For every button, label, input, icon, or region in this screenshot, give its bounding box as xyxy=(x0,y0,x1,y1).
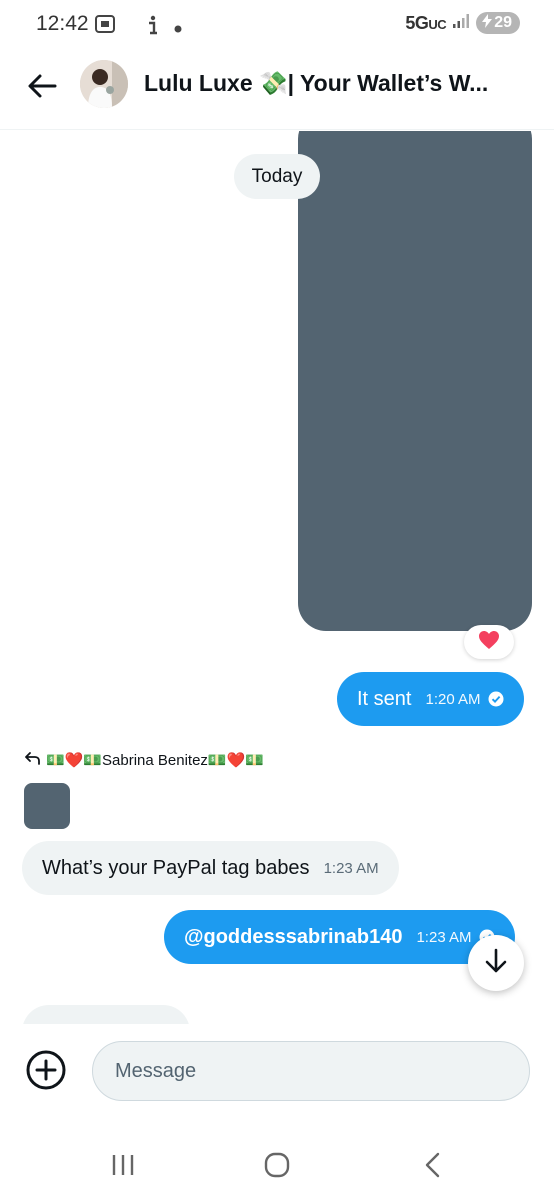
home-button[interactable] xyxy=(255,1150,299,1184)
back-button[interactable] xyxy=(24,70,60,106)
back-nav-button[interactable] xyxy=(410,1150,454,1184)
scroll-to-bottom-button[interactable] xyxy=(468,935,524,991)
message-composer xyxy=(0,1024,554,1124)
arrow-left-icon xyxy=(27,73,57,104)
battery-indicator: 29 xyxy=(476,12,520,34)
home-icon xyxy=(264,1152,290,1183)
status-bar: 12:42 5GUC 29 xyxy=(0,0,554,50)
message-bubble-incoming[interactable]: What’s your PayPal tag babes 1:23 AM xyxy=(22,841,399,895)
message-bubble-outgoing[interactable]: @goddesssabrinab140 1:23 AM xyxy=(164,910,515,964)
media-message-placeholder[interactable] xyxy=(298,131,532,631)
read-check-icon xyxy=(488,691,504,707)
conversation-header: Lulu Luxe 💸| Your Wallet’s W... xyxy=(0,50,554,130)
screenshot-icon xyxy=(94,14,116,39)
message-list[interactable]: Today It sent 1:20 AM 💵❤️💵Sabrina Benite… xyxy=(0,131,554,1024)
reply-author: 💵❤️💵Sabrina Benitez💵❤️💵 xyxy=(46,752,264,769)
plus-circle-icon xyxy=(25,1049,67,1096)
heart-reaction[interactable] xyxy=(464,625,514,659)
avatar[interactable] xyxy=(80,60,128,108)
arrow-down-icon xyxy=(484,948,508,979)
status-right: 5GUC 29 xyxy=(405,12,520,34)
message-text: What’s your PayPal tag babes xyxy=(42,856,310,879)
add-attachment-button[interactable] xyxy=(24,1050,68,1094)
network-sub-label: UC xyxy=(428,16,447,32)
conversation-title[interactable]: Lulu Luxe 💸| Your Wallet’s W... xyxy=(144,70,524,97)
message-time: 1:20 AM xyxy=(425,690,481,708)
reply-media-thumbnail[interactable] xyxy=(24,783,70,829)
recent-apps-button[interactable] xyxy=(101,1150,145,1184)
chevron-left-icon xyxy=(423,1152,441,1183)
message-time: 1:23 AM xyxy=(416,928,472,946)
status-time: 12:42 xyxy=(36,12,89,35)
message-bubble-incoming-partial[interactable] xyxy=(22,1005,190,1024)
message-text: @goddesssabrinab140 xyxy=(184,925,403,948)
network-label: 5G xyxy=(405,12,429,33)
notification-dot-icon xyxy=(174,20,182,38)
network-type: 5GUC xyxy=(405,13,446,34)
battery-level: 29 xyxy=(494,14,512,31)
recent-apps-icon xyxy=(110,1153,136,1182)
info-icon xyxy=(144,14,162,41)
reply-arrow-icon xyxy=(24,751,40,769)
message-input[interactable] xyxy=(92,1041,530,1101)
message-bubble-outgoing[interactable]: It sent 1:20 AM xyxy=(337,672,524,726)
reply-reference[interactable]: 💵❤️💵Sabrina Benitez💵❤️💵 xyxy=(24,751,264,769)
date-divider: Today xyxy=(234,154,320,199)
signal-icon xyxy=(452,13,470,34)
message-time: 1:23 AM xyxy=(323,859,379,877)
charging-bolt-icon xyxy=(482,13,493,33)
message-text: It sent xyxy=(357,687,412,710)
system-navigation-bar xyxy=(0,1130,554,1200)
heart-icon xyxy=(478,630,500,655)
